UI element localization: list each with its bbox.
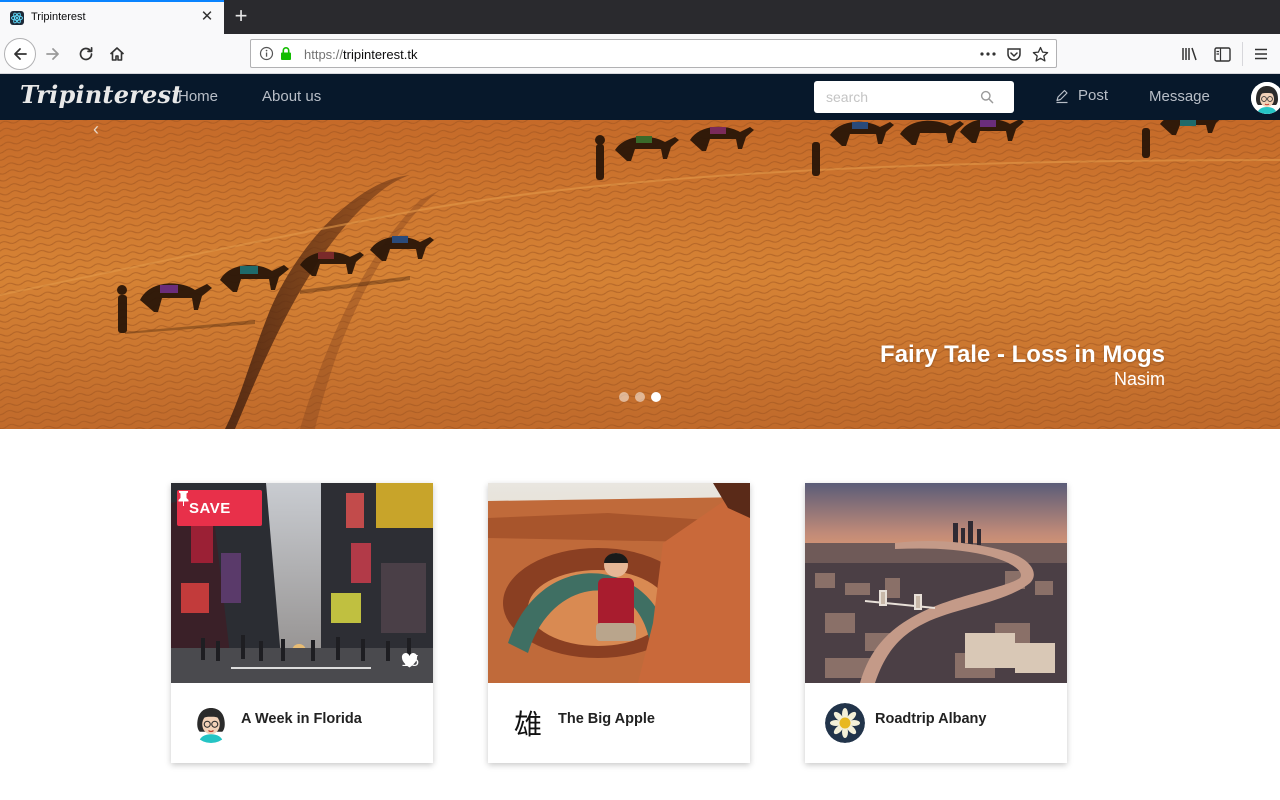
trip-card-title[interactable]: The Big Apple <box>558 711 655 727</box>
url-text: https://tripinterest.tk <box>304 47 418 62</box>
arrow-left-icon <box>14 48 27 60</box>
new-tab-button[interactable]: + <box>231 5 251 27</box>
nav-home-link[interactable]: Home <box>178 88 218 105</box>
reload-button[interactable] <box>71 39 101 69</box>
heart-icon <box>402 653 418 668</box>
save-button[interactable]: SAVE <box>177 490 262 526</box>
trip-card-footer: Roadtrip Albany <box>805 683 1067 763</box>
forward-button[interactable] <box>38 39 68 69</box>
author-avatar[interactable]: 雄 <box>508 703 548 743</box>
url-bar[interactable]: https://tripinterest.tk <box>250 39 1057 68</box>
home-icon <box>109 47 125 61</box>
nav-about-link[interactable]: About us <box>262 88 321 105</box>
sidebar-icon <box>1213 46 1231 62</box>
tab-title: Tripinterest <box>31 11 86 23</box>
trip-card-image[interactable] <box>805 483 1067 683</box>
browser-toolbar: https://tripinterest.tk <box>0 34 1280 74</box>
toolbar-separator <box>1242 42 1243 66</box>
react-atom-icon <box>10 11 24 25</box>
trip-card-image[interactable]: SAVE 15 <box>171 483 433 683</box>
library-button[interactable] <box>1176 39 1204 69</box>
star-icon[interactable] <box>1030 44 1050 64</box>
site-navbar: Tripinterest Home About us Post Message <box>0 74 1280 120</box>
carousel-dot[interactable] <box>619 392 629 402</box>
trip-card-title[interactable]: Roadtrip Albany <box>875 711 986 727</box>
user-avatar[interactable] <box>1251 82 1280 114</box>
browser-tab[interactable]: Tripinterest ✕ <box>0 0 224 34</box>
info-icon[interactable] <box>259 46 274 66</box>
trip-card-footer: A Week in Florida <box>171 683 433 763</box>
like-count[interactable]: 15 <box>401 653 419 671</box>
hamburger-icon <box>1255 48 1267 60</box>
trip-card[interactable]: Roadtrip Albany <box>805 483 1067 763</box>
post-label: Post <box>1078 87 1109 104</box>
pencil-icon <box>1056 89 1068 103</box>
ellipsis-icon[interactable] <box>978 44 998 64</box>
back-button[interactable] <box>4 38 36 70</box>
carousel-prev-icon[interactable]: ‹ <box>89 120 103 138</box>
search-box <box>814 81 1014 113</box>
carousel-dot-active[interactable] <box>651 392 661 402</box>
author-avatar[interactable] <box>825 703 865 743</box>
home-button[interactable] <box>102 39 132 69</box>
trip-card-footer: 雄 The Big Apple <box>488 683 750 763</box>
pocket-icon[interactable] <box>1004 44 1024 64</box>
carousel-indicators <box>619 392 661 402</box>
hero-author[interactable]: Nasim <box>880 369 1165 390</box>
menu-button[interactable] <box>1247 39 1275 69</box>
pushpin-icon <box>178 491 189 506</box>
hero-title[interactable]: Fairy Tale - Loss in Mogs <box>880 341 1165 369</box>
browser-tab-strip: Tripinterest ✕ + <box>0 0 1280 34</box>
trip-card[interactable]: 雄 The Big Apple <box>488 483 750 763</box>
save-label: SAVE <box>189 499 231 517</box>
library-icon <box>1182 47 1197 61</box>
arrow-right-icon <box>46 48 59 60</box>
trip-card-image[interactable] <box>488 483 750 683</box>
sidebar-button[interactable] <box>1208 39 1236 69</box>
brand-logo[interactable]: Tripinterest <box>20 80 183 109</box>
hero-caption: Fairy Tale - Loss in Mogs Nasim <box>880 341 1165 390</box>
message-button[interactable]: Message <box>1149 88 1210 105</box>
trip-card-title[interactable]: A Week in Florida <box>241 711 362 727</box>
search-icon[interactable] <box>980 90 994 109</box>
author-avatar[interactable] <box>191 703 231 743</box>
trip-card[interactable]: SAVE 15 A Week in Florida <box>171 483 433 763</box>
close-tab-icon[interactable]: ✕ <box>199 9 215 25</box>
hero-carousel: ‹ Fairy Tale - Loss in Mogs Nasim <box>0 120 1280 429</box>
lock-icon[interactable] <box>279 46 293 66</box>
post-button[interactable]: Post <box>1054 87 1108 104</box>
carousel-dot[interactable] <box>635 392 645 402</box>
reload-icon <box>79 46 93 61</box>
